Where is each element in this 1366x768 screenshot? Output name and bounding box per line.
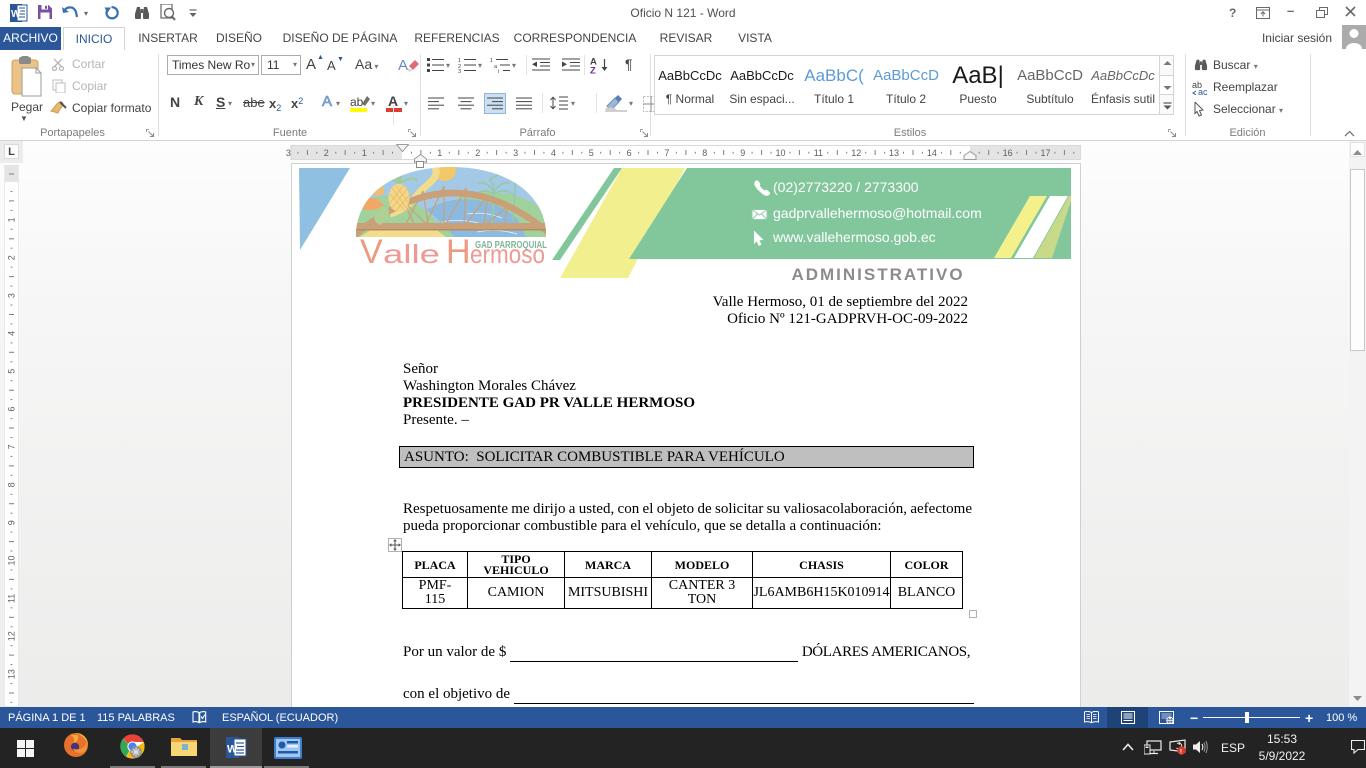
- svg-text:1: 1: [7, 217, 17, 222]
- svg-text:9: 9: [740, 148, 745, 158]
- svg-text:5: 5: [589, 148, 594, 158]
- svg-text:i: i: [498, 69, 499, 73]
- svg-text:14: 14: [927, 148, 937, 158]
- svg-text:2: 2: [7, 255, 17, 260]
- svg-text:13: 13: [6, 669, 16, 679]
- svg-text:4: 4: [7, 331, 17, 336]
- svg-text:ab: ab: [350, 95, 364, 109]
- svg-text:(02)2773220 / 2773300: (02)2773220 / 2773300: [773, 179, 919, 195]
- svg-text:GAD PARROQUIAL: GAD PARROQUIAL: [475, 239, 547, 251]
- svg-text:12: 12: [7, 631, 17, 641]
- svg-text:7: 7: [7, 444, 17, 449]
- svg-text:A: A: [398, 57, 408, 74]
- svg-text:2: 2: [475, 148, 480, 158]
- svg-text:8: 8: [702, 148, 707, 158]
- svg-text:6: 6: [627, 148, 632, 158]
- svg-text:!: !: [1180, 749, 1182, 755]
- svg-text:V: V: [360, 233, 383, 271]
- svg-text:alle: alle: [383, 239, 440, 269]
- svg-text:1: 1: [362, 148, 367, 158]
- svg-text:6: 6: [7, 407, 17, 412]
- svg-text:10: 10: [7, 555, 17, 565]
- svg-text:8: 8: [7, 482, 17, 487]
- svg-text:1: 1: [437, 148, 442, 158]
- svg-text:ac: ac: [1198, 87, 1208, 95]
- svg-text:3: 3: [7, 293, 17, 298]
- svg-text:W: W: [227, 744, 238, 756]
- svg-text:9: 9: [7, 520, 17, 525]
- svg-text:gadprvallehermoso@hotmail.com: gadprvallehermoso@hotmail.com: [773, 205, 982, 221]
- svg-text:16: 16: [1003, 148, 1013, 158]
- svg-text:13: 13: [889, 148, 899, 158]
- svg-text:7: 7: [664, 148, 669, 158]
- svg-text:www.vallehermoso.gob.ec: www.vallehermoso.gob.ec: [772, 229, 936, 245]
- svg-text:11: 11: [7, 594, 17, 603]
- svg-text:10: 10: [775, 148, 785, 158]
- svg-text:11: 11: [814, 148, 823, 158]
- svg-text:W: W: [11, 9, 21, 20]
- svg-text:1: 1: [490, 58, 493, 64]
- svg-text:17: 17: [1040, 148, 1050, 158]
- svg-text:3: 3: [286, 148, 291, 158]
- svg-text:H: H: [446, 233, 471, 271]
- svg-text:3: 3: [513, 148, 518, 158]
- svg-text:2: 2: [324, 148, 329, 158]
- svg-text:5: 5: [7, 369, 17, 374]
- svg-text:3: 3: [458, 69, 461, 73]
- svg-text:12: 12: [851, 148, 861, 158]
- svg-text:4: 4: [551, 148, 556, 158]
- svg-text:Z: Z: [590, 66, 596, 75]
